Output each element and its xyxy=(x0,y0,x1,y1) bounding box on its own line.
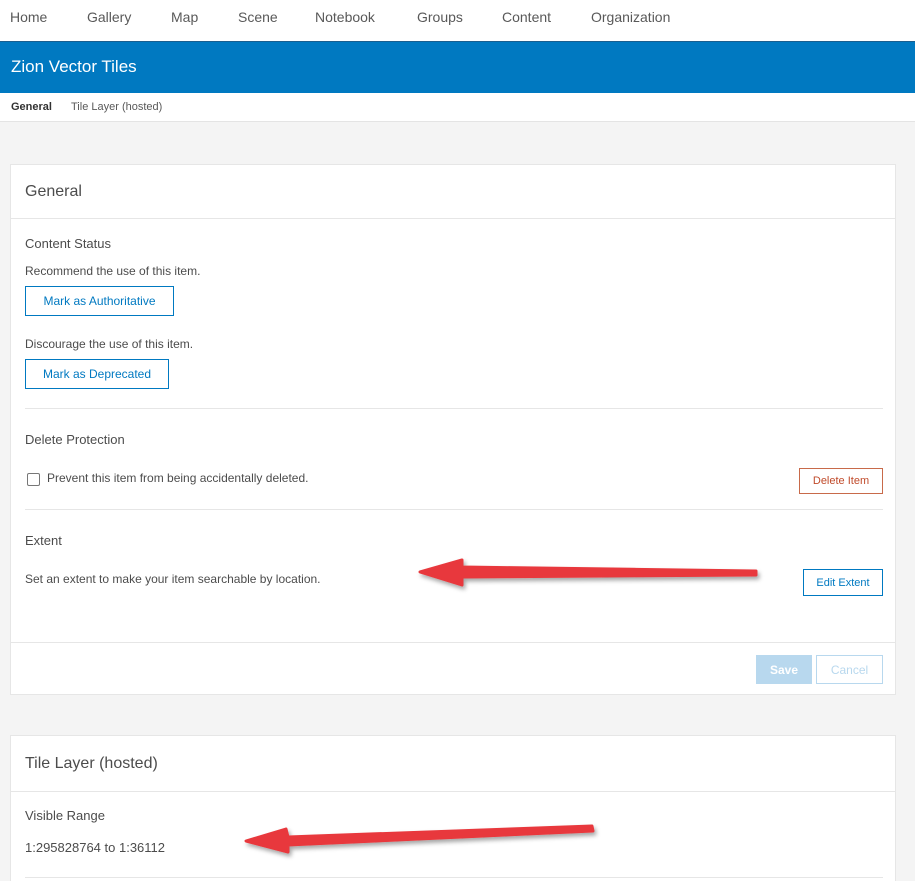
nav-gallery[interactable]: Gallery xyxy=(87,9,131,25)
settings-subnav: General Tile Layer (hosted) xyxy=(0,93,915,122)
content-status-title: Content Status xyxy=(25,236,111,251)
nav-scene[interactable]: Scene xyxy=(238,9,278,25)
section-divider xyxy=(25,877,883,878)
subnav-general[interactable]: General xyxy=(11,101,52,113)
save-button[interactable]: Save xyxy=(756,655,812,684)
top-navigation: Home Gallery Map Scene Notebook Groups C… xyxy=(0,0,915,41)
tile-layer-panel-title: Tile Layer (hosted) xyxy=(25,755,158,772)
visible-range-title: Visible Range xyxy=(25,808,105,823)
section-divider xyxy=(25,509,883,510)
cancel-button[interactable]: Cancel xyxy=(816,655,883,684)
general-panel-title: General xyxy=(25,183,82,200)
red-arrow-icon xyxy=(244,824,595,854)
nav-home[interactable]: Home xyxy=(10,9,47,25)
nav-groups[interactable]: Groups xyxy=(417,9,463,25)
nav-organization[interactable]: Organization xyxy=(591,9,670,25)
visible-range-value: 1:295828764 to 1:36112 xyxy=(25,840,166,855)
section-divider xyxy=(25,408,883,409)
delete-protection-checkbox[interactable] xyxy=(27,473,40,486)
panel-footer-divider xyxy=(11,642,895,643)
red-arrow-icon xyxy=(418,558,758,587)
item-title: Zion Vector Tiles xyxy=(11,57,137,76)
recommend-text: Recommend the use of this item. xyxy=(25,264,201,278)
mark-authoritative-button[interactable]: Mark as Authoritative xyxy=(25,286,174,316)
subnav-tile-layer[interactable]: Tile Layer (hosted) xyxy=(71,101,162,113)
nav-notebook[interactable]: Notebook xyxy=(315,9,375,25)
extent-title: Extent xyxy=(25,533,62,548)
nav-content[interactable]: Content xyxy=(502,9,551,25)
extent-text: Set an extent to make your item searchab… xyxy=(25,572,321,586)
edit-extent-button[interactable]: Edit Extent xyxy=(803,569,883,596)
item-title-bar: Zion Vector Tiles xyxy=(0,41,915,93)
delete-protection-label: Prevent this item from being accidentall… xyxy=(47,471,309,485)
tile-layer-panel-header: Tile Layer (hosted) xyxy=(11,736,895,792)
discourage-text: Discourage the use of this item. xyxy=(25,337,194,351)
general-panel-header: General xyxy=(11,165,895,219)
delete-item-button[interactable]: Delete Item xyxy=(799,468,883,494)
mark-deprecated-button[interactable]: Mark as Deprecated xyxy=(25,359,169,389)
delete-protection-title: Delete Protection xyxy=(25,432,125,447)
nav-map[interactable]: Map xyxy=(171,9,198,25)
general-panel: General Content Status Recommend the use… xyxy=(10,164,896,695)
